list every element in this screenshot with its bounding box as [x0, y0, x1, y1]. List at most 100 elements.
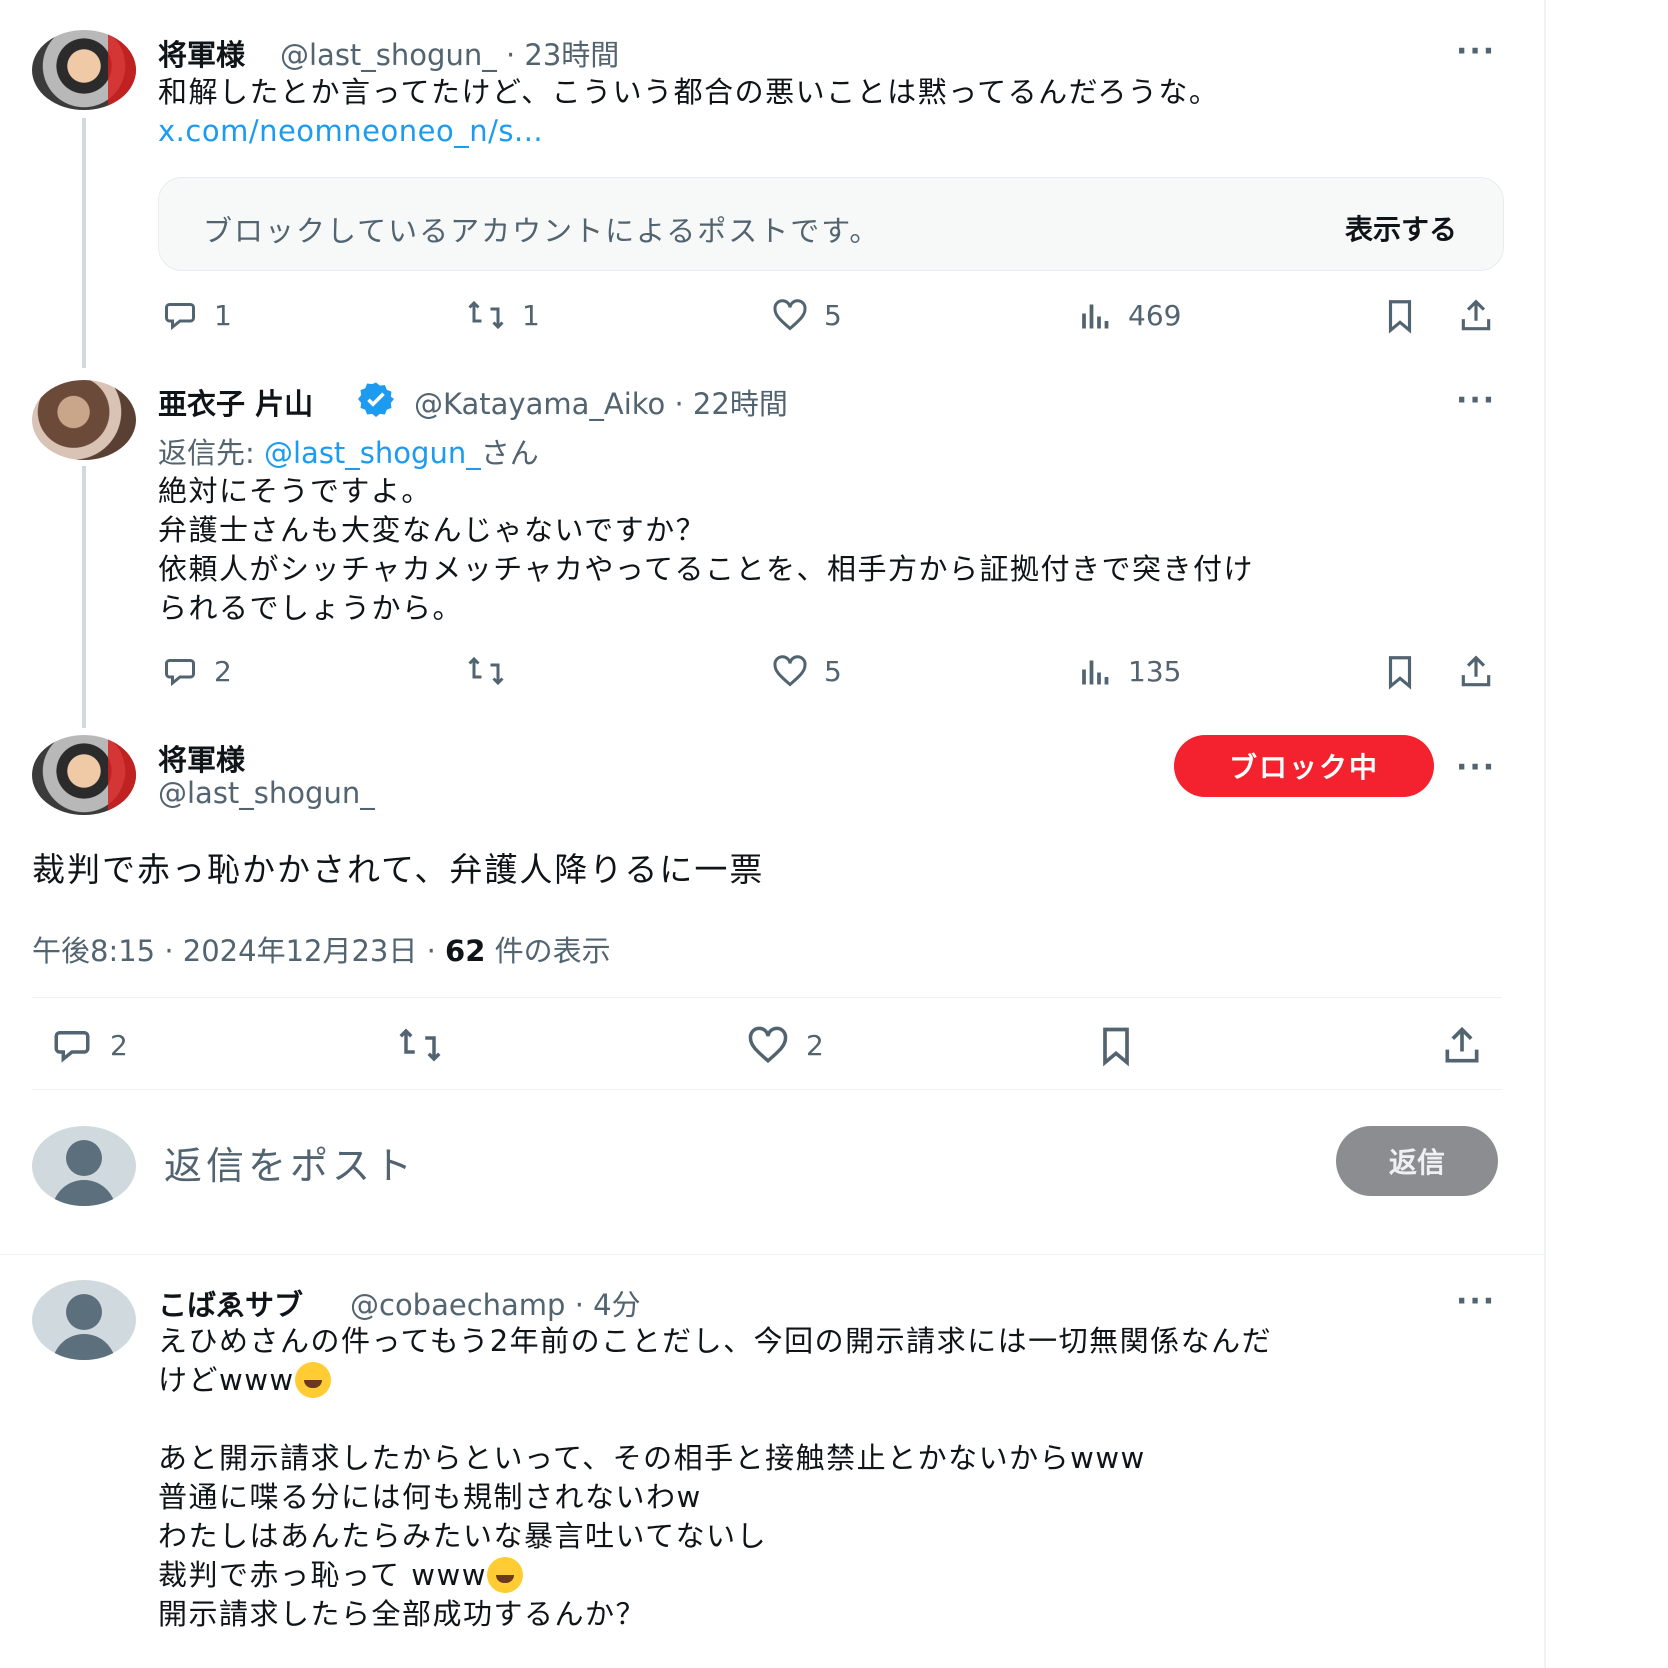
bookmark-icon	[1388, 300, 1412, 334]
reply-input[interactable]: 返信をポスト	[164, 1135, 416, 1190]
share-icon	[1445, 1026, 1479, 1063]
tweet-line: 開示請求したら全部成功するんか？	[158, 1597, 647, 1631]
timestamp[interactable]: · 23時間	[506, 38, 619, 72]
share-icon	[1461, 299, 1491, 331]
handle-and-time[interactable]: @Katayama_Aiko · 22時間	[414, 381, 788, 423]
blocked-quote-card: ブロックしているアカウントによるポストです。 表示する	[158, 177, 1504, 271]
tweet-line: わたしはあんたらみたいな暴言吐いてないし	[158, 1519, 768, 1553]
tweet-line: 絶対にそうですよ。	[158, 474, 432, 508]
main-tweet-text: 裁判で赤っ恥かかされて、弁護人降りるに一票	[32, 850, 765, 889]
more-icon[interactable]: ···	[1456, 34, 1496, 69]
reply-icon	[165, 303, 195, 331]
like-action[interactable]: 5	[768, 297, 842, 333]
heart-icon	[773, 299, 807, 331]
heart-icon	[748, 1026, 788, 1064]
tweet-line: 普通に喋る分には何も規制されないわw	[158, 1480, 702, 1514]
view-count: 62	[445, 934, 486, 968]
reply-action[interactable]: 1	[158, 297, 232, 333]
tweet-text: 和解したとか言ってたけど、こういう都合の悪いことは黙ってるんだろうな。	[158, 75, 1220, 109]
handle[interactable]: @Katayama_Aiko	[414, 387, 665, 421]
reply-to: 返信先: @last_shogun_さん	[158, 430, 539, 472]
reply-icon	[165, 659, 195, 687]
default-avatar-head	[66, 1294, 102, 1330]
thread-line	[82, 466, 86, 728]
show-button[interactable]: 表示する	[1345, 208, 1457, 248]
reply-action[interactable]: 2	[46, 1024, 128, 1066]
right-margin	[1546, 0, 1668, 1668]
tweet-line-text: けどwww	[158, 1363, 295, 1397]
divider	[32, 997, 1502, 998]
tweet-line: あと開示請求したからといって、その相手と接触禁止とかないからwww	[158, 1441, 1146, 1475]
handle[interactable]: @last_shogun_	[280, 38, 497, 72]
blocked-button[interactable]: ブロック中	[1174, 735, 1434, 797]
repost-action[interactable]	[462, 653, 522, 689]
avatar[interactable]	[32, 30, 136, 110]
tweet-line: られるでしょうから。	[158, 591, 464, 625]
reply-button[interactable]: 返信	[1336, 1126, 1498, 1196]
like-count: 5	[824, 654, 842, 688]
views-action[interactable]: 135	[1076, 653, 1181, 689]
display-name[interactable]: 将軍様	[158, 32, 245, 74]
display-name[interactable]: こばゑサブ	[158, 1282, 303, 1324]
rolling-on-floor-laughing-icon	[486, 1557, 523, 1593]
view-label: 件の表示	[485, 934, 611, 968]
handle-and-time[interactable]: @cobaechamp · 4分	[350, 1282, 641, 1324]
more-icon[interactable]: ···	[1456, 1284, 1496, 1319]
repost-count: 1	[522, 298, 540, 332]
display-name[interactable]: 将軍様	[158, 737, 245, 779]
timeline: 将軍様 @last_shogun_ · 23時間 ··· 和解したとか言ってたけ…	[0, 0, 1544, 1668]
tweet-line: 裁判で赤っ恥って www	[158, 1556, 523, 1595]
handle-and-time[interactable]: @last_shogun_ · 23時間	[280, 32, 619, 74]
more-icon[interactable]: ···	[1456, 383, 1496, 418]
avatar[interactable]	[32, 1126, 136, 1206]
repost-action[interactable]	[392, 1024, 448, 1066]
avatar[interactable]	[32, 735, 136, 815]
reply-to-suffix: さん	[480, 436, 539, 470]
share-action[interactable]	[1456, 653, 1496, 691]
repost-action[interactable]: 1	[462, 297, 540, 333]
like-count: 5	[824, 298, 842, 332]
share-action[interactable]	[1440, 1024, 1484, 1068]
like-action[interactable]: 5	[768, 653, 842, 689]
tweet-line: 弁護士さんも大変なんじゃないですか？	[158, 513, 707, 547]
tweet-line: 依頼人がシッチャカメッチャカやってることを、相手方から証拠付きで突き付け	[158, 552, 1254, 586]
handle[interactable]: @last_shogun_	[158, 776, 375, 810]
display-name[interactable]: 亜衣子 片山	[158, 381, 313, 423]
views-count: 469	[1128, 298, 1182, 332]
views-count: 135	[1128, 654, 1182, 688]
timestamp[interactable]: · 22時間	[675, 387, 788, 421]
default-avatar-body	[52, 1180, 116, 1206]
blocked-message: ブロックしているアカウントによるポストです。	[203, 214, 881, 248]
avatar[interactable]	[32, 1280, 136, 1360]
repost-icon	[468, 656, 504, 686]
tweet-line-text: 裁判で赤っ恥って www	[158, 1558, 487, 1592]
bookmark-action[interactable]	[1094, 1024, 1138, 1068]
default-avatar-body	[52, 1334, 116, 1360]
default-avatar-head	[66, 1140, 102, 1176]
like-action[interactable]: 2	[742, 1024, 824, 1066]
rolling-on-floor-laughing-icon	[294, 1362, 331, 1398]
repost-icon	[468, 300, 504, 330]
share-icon	[1461, 655, 1491, 687]
verified-badge-icon	[358, 382, 394, 417]
reply-action[interactable]: 2	[158, 653, 232, 689]
bookmark-action[interactable]	[1380, 297, 1420, 335]
reply-to-handle[interactable]: @last_shogun_	[264, 436, 481, 470]
reply-count: 2	[214, 654, 232, 688]
bookmark-action[interactable]	[1380, 653, 1420, 691]
tweet-line: えひめさんの件ってもう2年前のことだし、今回の開示請求には一切無関係なんだ	[158, 1324, 1273, 1358]
timestamp[interactable]: · 4分	[575, 1288, 641, 1322]
bookmark-icon	[1388, 656, 1412, 690]
thread-line	[82, 118, 86, 368]
views-action[interactable]: 469	[1076, 297, 1181, 333]
more-icon[interactable]: ···	[1456, 750, 1496, 785]
reply-icon	[54, 1031, 90, 1063]
analytics-icon	[1082, 660, 1109, 685]
share-action[interactable]	[1456, 297, 1496, 335]
repost-icon	[399, 1028, 441, 1062]
bookmark-icon	[1103, 1027, 1129, 1067]
handle[interactable]: @cobaechamp	[350, 1288, 565, 1322]
timestamp-date[interactable]: 午後8:15 · 2024年12月23日 ·	[32, 934, 445, 968]
avatar[interactable]	[32, 380, 136, 460]
tweet-link[interactable]: x.com/neomneoneo_n/s...	[158, 114, 543, 148]
